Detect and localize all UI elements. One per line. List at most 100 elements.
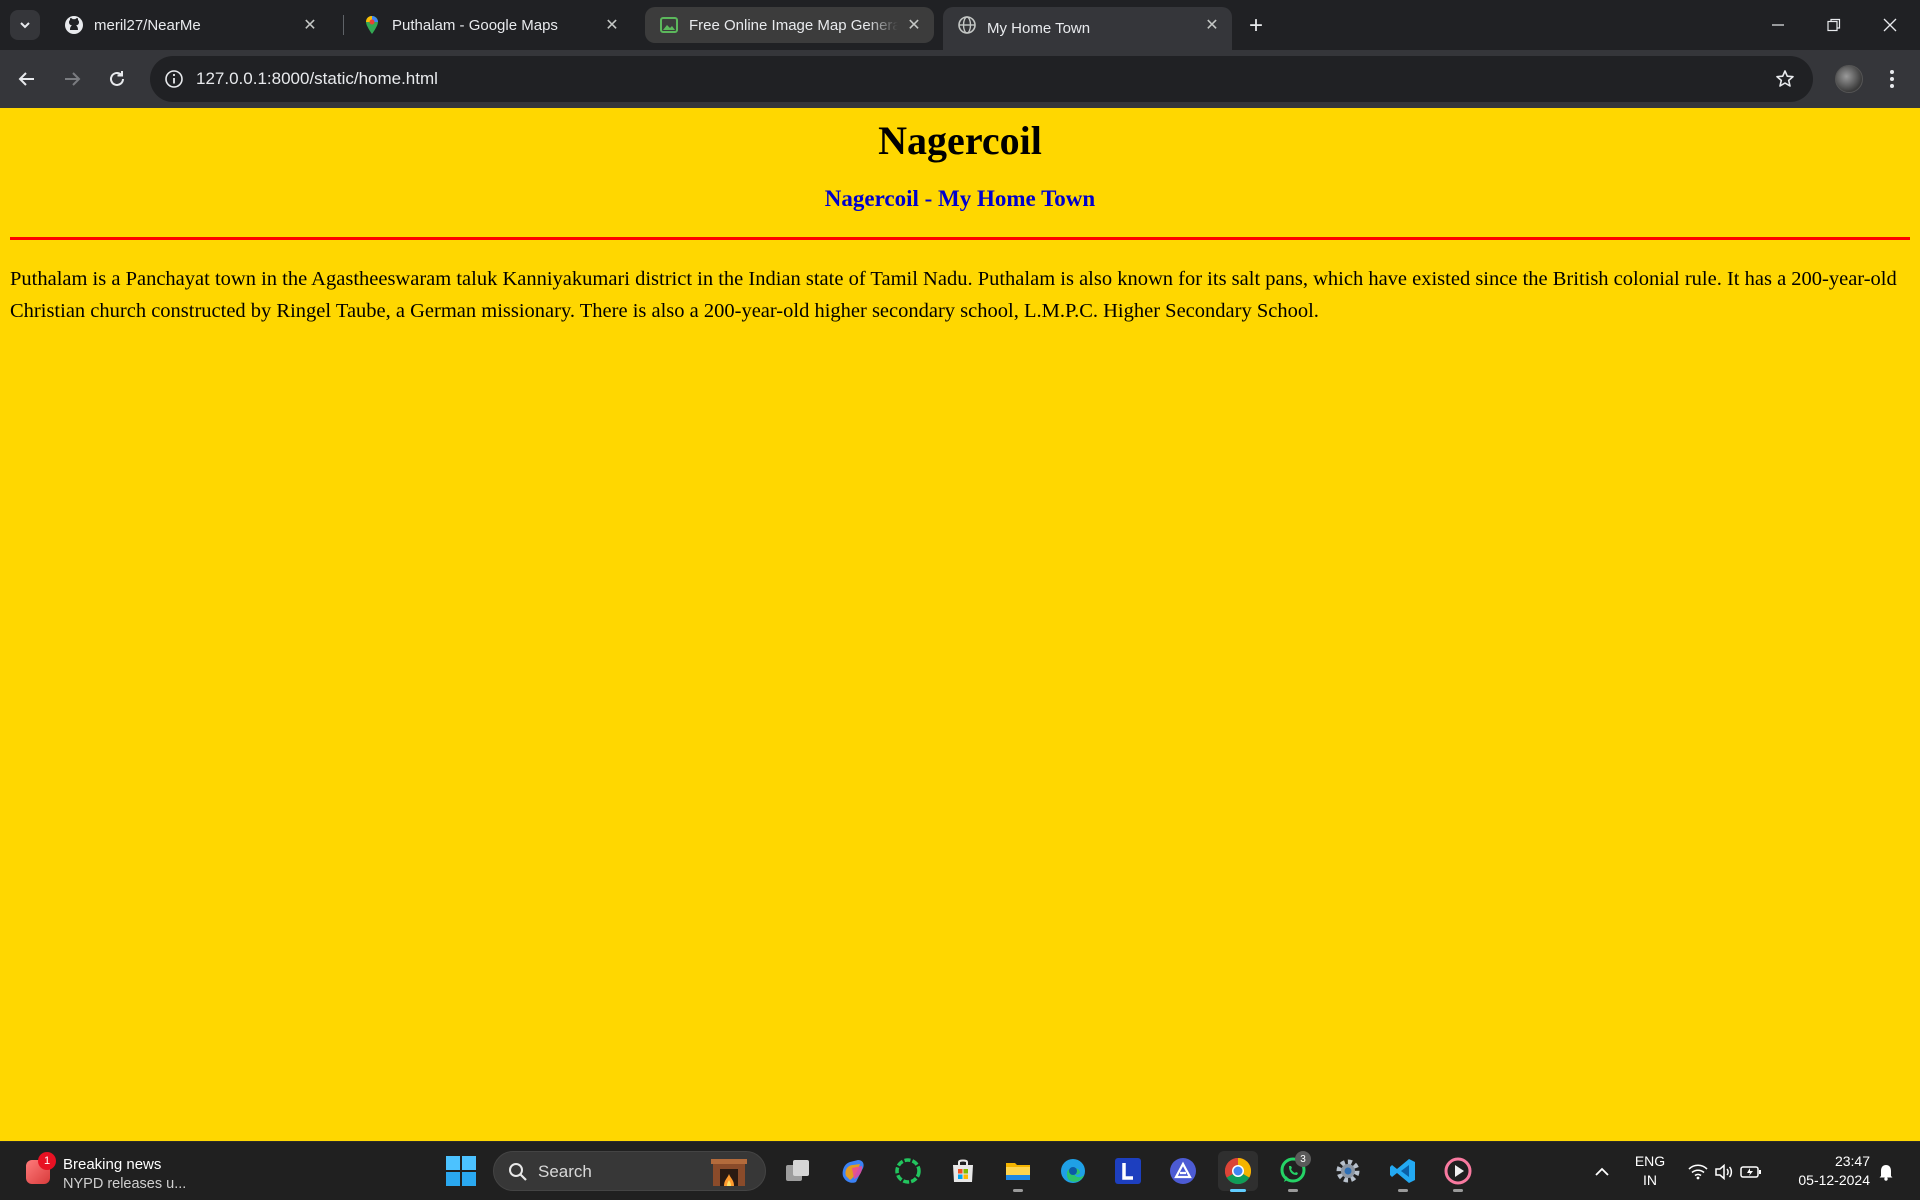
- tab-title: meril27/NearMe: [94, 16, 201, 34]
- close-icon[interactable]: ✕: [1202, 15, 1222, 35]
- chevron-up-icon: [1595, 1167, 1609, 1176]
- tab-title: Free Online Image Map Generator: [689, 16, 898, 34]
- bookmark-star-icon[interactable]: [1773, 67, 1797, 91]
- running-indicator: [1398, 1189, 1408, 1192]
- red-divider: [10, 237, 1910, 240]
- forward-button[interactable]: [56, 63, 88, 95]
- reload-button[interactable]: [101, 63, 133, 95]
- whatsapp-badge: 3: [1295, 1151, 1311, 1167]
- media-player-app[interactable]: [1438, 1151, 1478, 1192]
- close-window-button[interactable]: [1862, 0, 1918, 50]
- battery-charging-icon: [1740, 1165, 1761, 1178]
- tab-title: Puthalam - Google Maps: [392, 16, 558, 34]
- reload-icon: [110, 71, 124, 86]
- browser-menu-button[interactable]: [1880, 63, 1904, 95]
- browser-toolbar: 127.0.0.1:8000/static/home.html: [0, 50, 1920, 108]
- folder-icon: [1006, 1163, 1030, 1180]
- letter-l-icon: [1115, 1158, 1141, 1184]
- bell-icon: [1879, 1164, 1893, 1181]
- running-indicator: [1013, 1189, 1023, 1192]
- address-bar[interactable]: 127.0.0.1:8000/static/home.html: [150, 56, 1813, 102]
- green-ring-app[interactable]: [888, 1151, 928, 1191]
- play-circle-icon: [1444, 1157, 1472, 1185]
- new-tab-button[interactable]: +: [1242, 12, 1270, 40]
- globe-icon: [957, 15, 977, 35]
- show-hidden-icons-button[interactable]: [1590, 1142, 1614, 1200]
- restore-icon: [1827, 18, 1841, 32]
- edge-icon: [1061, 1159, 1085, 1183]
- tab-image-map-generator[interactable]: Free Online Image Map Generator ✕: [645, 7, 934, 43]
- input-language-indicator[interactable]: ENG IN: [1630, 1152, 1670, 1190]
- windows-taskbar: 1 Breaking news NYPD releases u... Searc…: [0, 1141, 1920, 1200]
- clock-date: 05-12-2024: [1798, 1172, 1870, 1188]
- clock-time: 23:47: [1834, 1153, 1870, 1169]
- github-icon: [64, 15, 84, 35]
- news-widget[interactable]: 1 Breaking news NYPD releases u...: [18, 1150, 198, 1194]
- language-code: ENG: [1634, 1153, 1666, 1169]
- tab-nearme[interactable]: meril27/NearMe ✕: [50, 7, 330, 43]
- back-button[interactable]: [11, 63, 43, 95]
- tab-search-button[interactable]: [10, 10, 40, 40]
- chrome-icon: [1224, 1157, 1252, 1185]
- gear-icon: [1336, 1159, 1360, 1183]
- running-indicator: [1288, 1189, 1298, 1192]
- battery-status[interactable]: [1738, 1142, 1764, 1200]
- triangle-logo-icon: [1170, 1158, 1196, 1184]
- settings-app[interactable]: [1328, 1151, 1368, 1191]
- volume-status[interactable]: [1712, 1142, 1736, 1200]
- news-title: Breaking news: [63, 1156, 162, 1173]
- windows-logo-icon: [446, 1156, 476, 1186]
- tab-strip: meril27/NearMe ✕ Puthalam - Google Maps …: [0, 0, 1920, 50]
- close-icon[interactable]: ✕: [300, 15, 320, 35]
- taskbar-search[interactable]: Search: [493, 1151, 766, 1191]
- close-icon[interactable]: ✕: [602, 15, 622, 35]
- page-subtitle: Nagercoil - My Home Town: [824, 186, 1096, 211]
- town-description: Puthalam is a Panchayat town in the Agas…: [10, 268, 1897, 322]
- url-text[interactable]: 127.0.0.1:8000/static/home.html: [196, 69, 438, 89]
- vscode-icon: [1390, 1159, 1415, 1183]
- chevron-down-icon: [20, 22, 30, 29]
- news-subtitle: NYPD releases u...: [63, 1176, 187, 1192]
- page-title: Nagercoil: [878, 118, 1042, 163]
- copilot-app[interactable]: [833, 1151, 873, 1191]
- ai-app[interactable]: [1163, 1151, 1203, 1191]
- running-indicator: [1230, 1189, 1246, 1192]
- fireplace-icon: [711, 1159, 747, 1186]
- tab-google-maps[interactable]: Puthalam - Google Maps ✕: [348, 7, 632, 43]
- wifi-status[interactable]: [1686, 1142, 1710, 1200]
- profile-avatar[interactable]: [1835, 65, 1863, 93]
- wifi-icon: [1688, 1163, 1708, 1179]
- edge-app[interactable]: [1053, 1151, 1093, 1191]
- close-icon[interactable]: ✕: [904, 15, 924, 35]
- minimize-button[interactable]: [1750, 0, 1806, 50]
- restore-button[interactable]: [1806, 0, 1862, 50]
- l-app[interactable]: [1108, 1151, 1148, 1191]
- minimize-icon: [1772, 24, 1784, 26]
- file-explorer-app[interactable]: [998, 1151, 1038, 1192]
- copilot-icon: [842, 1160, 864, 1183]
- whatsapp-app[interactable]: 3: [1273, 1151, 1313, 1192]
- tab-title: My Home Town: [987, 20, 1091, 37]
- speaker-icon: [1715, 1163, 1733, 1180]
- store-icon: [953, 1159, 973, 1182]
- chrome-app[interactable]: [1218, 1151, 1258, 1192]
- tab-divider: [343, 15, 344, 35]
- notifications-button[interactable]: [1872, 1142, 1900, 1200]
- start-button[interactable]: [444, 1154, 478, 1188]
- google-maps-icon: [362, 15, 382, 35]
- vscode-app[interactable]: [1383, 1151, 1423, 1192]
- tab-my-home-town[interactable]: My Home Town ✕: [943, 7, 1232, 50]
- task-view-icon: [786, 1160, 809, 1181]
- arrow-left-icon: [18, 72, 34, 86]
- close-icon: [1883, 18, 1897, 32]
- system-clock[interactable]: 23:47 05-12-2024: [1780, 1152, 1870, 1190]
- news-badge: 1: [38, 1152, 56, 1170]
- plus-icon: +: [1248, 12, 1263, 39]
- task-view-button[interactable]: [778, 1151, 818, 1191]
- site-info-icon[interactable]: [162, 67, 186, 91]
- arrow-right-icon: [65, 72, 81, 86]
- microsoft-store-app[interactable]: [943, 1151, 983, 1191]
- page-viewport: Nagercoil Nagercoil - My Home Town Putha…: [0, 108, 1920, 1141]
- language-region: IN: [1643, 1172, 1657, 1188]
- ring-icon: [895, 1158, 921, 1184]
